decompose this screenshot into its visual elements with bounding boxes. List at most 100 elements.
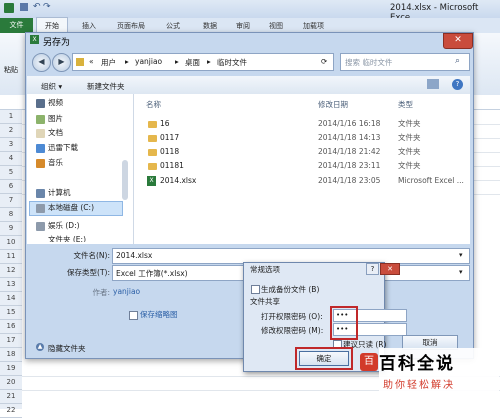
video-icon [36, 99, 45, 108]
help-icon[interactable]: ? [452, 79, 463, 90]
row-header[interactable]: 7 [0, 194, 22, 208]
new-folder-button[interactable]: 新建文件夹 [87, 81, 125, 92]
row-header[interactable]: 18 [0, 348, 22, 362]
options-close-button[interactable]: ✕ [380, 263, 400, 275]
list-item-type: 文件夹 [398, 161, 421, 170]
row-headers: 1 2 3 4 5 6 7 8 9 10 11 12 13 14 15 16 1… [0, 110, 22, 418]
list-item-date: 2014/1/18 23:11 [318, 161, 381, 170]
close-button[interactable]: ✕ [443, 33, 473, 49]
list-item[interactable]: 2014.xlsx [160, 175, 196, 187]
address-prefix: « [89, 57, 94, 66]
list-item[interactable]: 0118 [160, 146, 179, 158]
address-sep: ▸ [175, 57, 179, 66]
backup-checkbox[interactable] [251, 285, 260, 294]
row-header[interactable]: 5 [0, 166, 22, 180]
row-header[interactable]: 14 [0, 292, 22, 306]
organize-button[interactable]: 组织 ▾ [41, 81, 62, 92]
view-options-icon[interactable] [427, 79, 439, 89]
drive-icon [36, 204, 45, 213]
author-label: 作者: [92, 288, 110, 297]
row-header[interactable]: 16 [0, 320, 22, 334]
address-crumb-desktop[interactable]: 桌面 [185, 57, 200, 68]
author-value[interactable]: yanjiao [113, 287, 140, 296]
row-header[interactable]: 6 [0, 180, 22, 194]
list-item-type: 文件夹 [398, 119, 421, 128]
back-icon[interactable]: ◀ [32, 53, 51, 72]
row-header[interactable]: 22 [0, 404, 22, 418]
column-name[interactable]: 名称 [146, 99, 161, 110]
savetype-label: 保存类型(T): [67, 268, 110, 277]
folder-icon [148, 121, 157, 128]
tab-addins[interactable]: 加载项 [303, 20, 324, 32]
chevron-down-icon[interactable]: ▾ [459, 251, 463, 259]
redo-icon[interactable]: ↷ [43, 2, 51, 12]
refresh-icon[interactable]: ⟳ [321, 57, 327, 66]
watermark-title: 百科全说 [379, 354, 455, 374]
address-crumb-user[interactable]: yanjiao [135, 57, 162, 66]
save-icon[interactable] [20, 3, 28, 11]
column-date[interactable]: 修改日期 [318, 99, 348, 110]
tab-page-layout[interactable]: 页面布局 [117, 20, 145, 32]
highlight-box [295, 347, 353, 370]
search-input[interactable]: 搜索 临时文件 ⌕ [340, 53, 470, 71]
computer-icon [36, 189, 45, 198]
nav-item-drive-d[interactable]: 娱乐 (D:) [48, 220, 80, 232]
thumbnail-checkbox[interactable] [129, 311, 138, 320]
address-crumb-temp[interactable]: 临时文件 [217, 57, 247, 68]
address-crumb-users[interactable]: 用户 [101, 57, 116, 68]
row-header[interactable]: 17 [0, 334, 22, 348]
pictures-icon [36, 115, 45, 124]
list-item-date: 2014/1/16 16:18 [318, 119, 381, 128]
row-header[interactable]: 12 [0, 264, 22, 278]
thumbnail-label[interactable]: 保存缩略图 [140, 309, 178, 320]
row-header[interactable]: 20 [0, 376, 22, 390]
tab-formulas[interactable]: 公式 [166, 20, 180, 32]
row-header[interactable]: 4 [0, 152, 22, 166]
collapse-icon[interactable]: ▲ [36, 343, 44, 351]
chevron-down-icon[interactable]: ▾ [459, 268, 463, 276]
address-sep: ▸ [125, 57, 129, 66]
excel-titlebar: ↶ ↷ 2014.xlsx - Microsoft Exce [0, 0, 500, 23]
modify-password-label: 修改权限密码 (M): [261, 326, 324, 335]
nav-item-music[interactable]: 音乐 [48, 157, 63, 169]
nav-scrollbar[interactable] [122, 160, 128, 200]
tab-file[interactable]: 文件 [0, 18, 33, 33]
list-item[interactable]: 16 [160, 118, 170, 130]
nav-item-videos[interactable]: 视频 [48, 97, 63, 109]
nav-item-drive-c[interactable]: 本地磁盘 (C:) [48, 202, 94, 214]
hide-folders-button[interactable]: 隐藏文件夹 [48, 343, 86, 354]
row-header[interactable]: 10 [0, 236, 22, 250]
forward-icon[interactable]: ▶ [52, 53, 71, 72]
paste-label[interactable]: 粘贴 [4, 65, 18, 75]
row-header[interactable]: 11 [0, 250, 22, 264]
nav-item-documents[interactable]: 文档 [48, 127, 63, 139]
tab-view[interactable]: 视图 [269, 20, 283, 32]
row-header[interactable]: 8 [0, 208, 22, 222]
search-icon: ⌕ [455, 56, 461, 66]
row-header[interactable]: 1 [0, 110, 22, 124]
tab-review[interactable]: 审阅 [236, 20, 250, 32]
dialog-toolbar: 组织 ▾ 新建文件夹 ? [27, 76, 470, 95]
row-header[interactable]: 15 [0, 306, 22, 320]
address-bar[interactable]: « 用户 ▸ yanjiao ▸ 桌面 ▸ 临时文件 ⟳ [72, 53, 334, 71]
file-share-label: 文件共享 [250, 297, 280, 306]
row-header[interactable]: 9 [0, 222, 22, 236]
list-item[interactable]: 0117 [160, 132, 179, 144]
list-item[interactable]: 01181 [160, 160, 184, 172]
column-type[interactable]: 类型 [398, 99, 413, 110]
tab-insert[interactable]: 插入 [82, 20, 96, 32]
nav-item-pictures[interactable]: 图片 [48, 113, 63, 125]
folder-icon [76, 58, 84, 66]
row-header[interactable]: 13 [0, 278, 22, 292]
options-help-button[interactable]: ? [366, 263, 379, 275]
drive-icon [36, 222, 45, 231]
nav-item-drive-e[interactable]: 文件夹 (E:) [48, 234, 86, 242]
row-header[interactable]: 3 [0, 138, 22, 152]
nav-item-computer[interactable]: 计算机 [48, 187, 71, 199]
tab-data[interactable]: 数据 [203, 20, 217, 32]
row-header[interactable]: 21 [0, 390, 22, 404]
row-header[interactable]: 19 [0, 362, 22, 376]
undo-icon[interactable]: ↶ [33, 2, 41, 12]
nav-item-downloads[interactable]: 迅雷下载 [48, 142, 78, 154]
row-header[interactable]: 2 [0, 124, 22, 138]
